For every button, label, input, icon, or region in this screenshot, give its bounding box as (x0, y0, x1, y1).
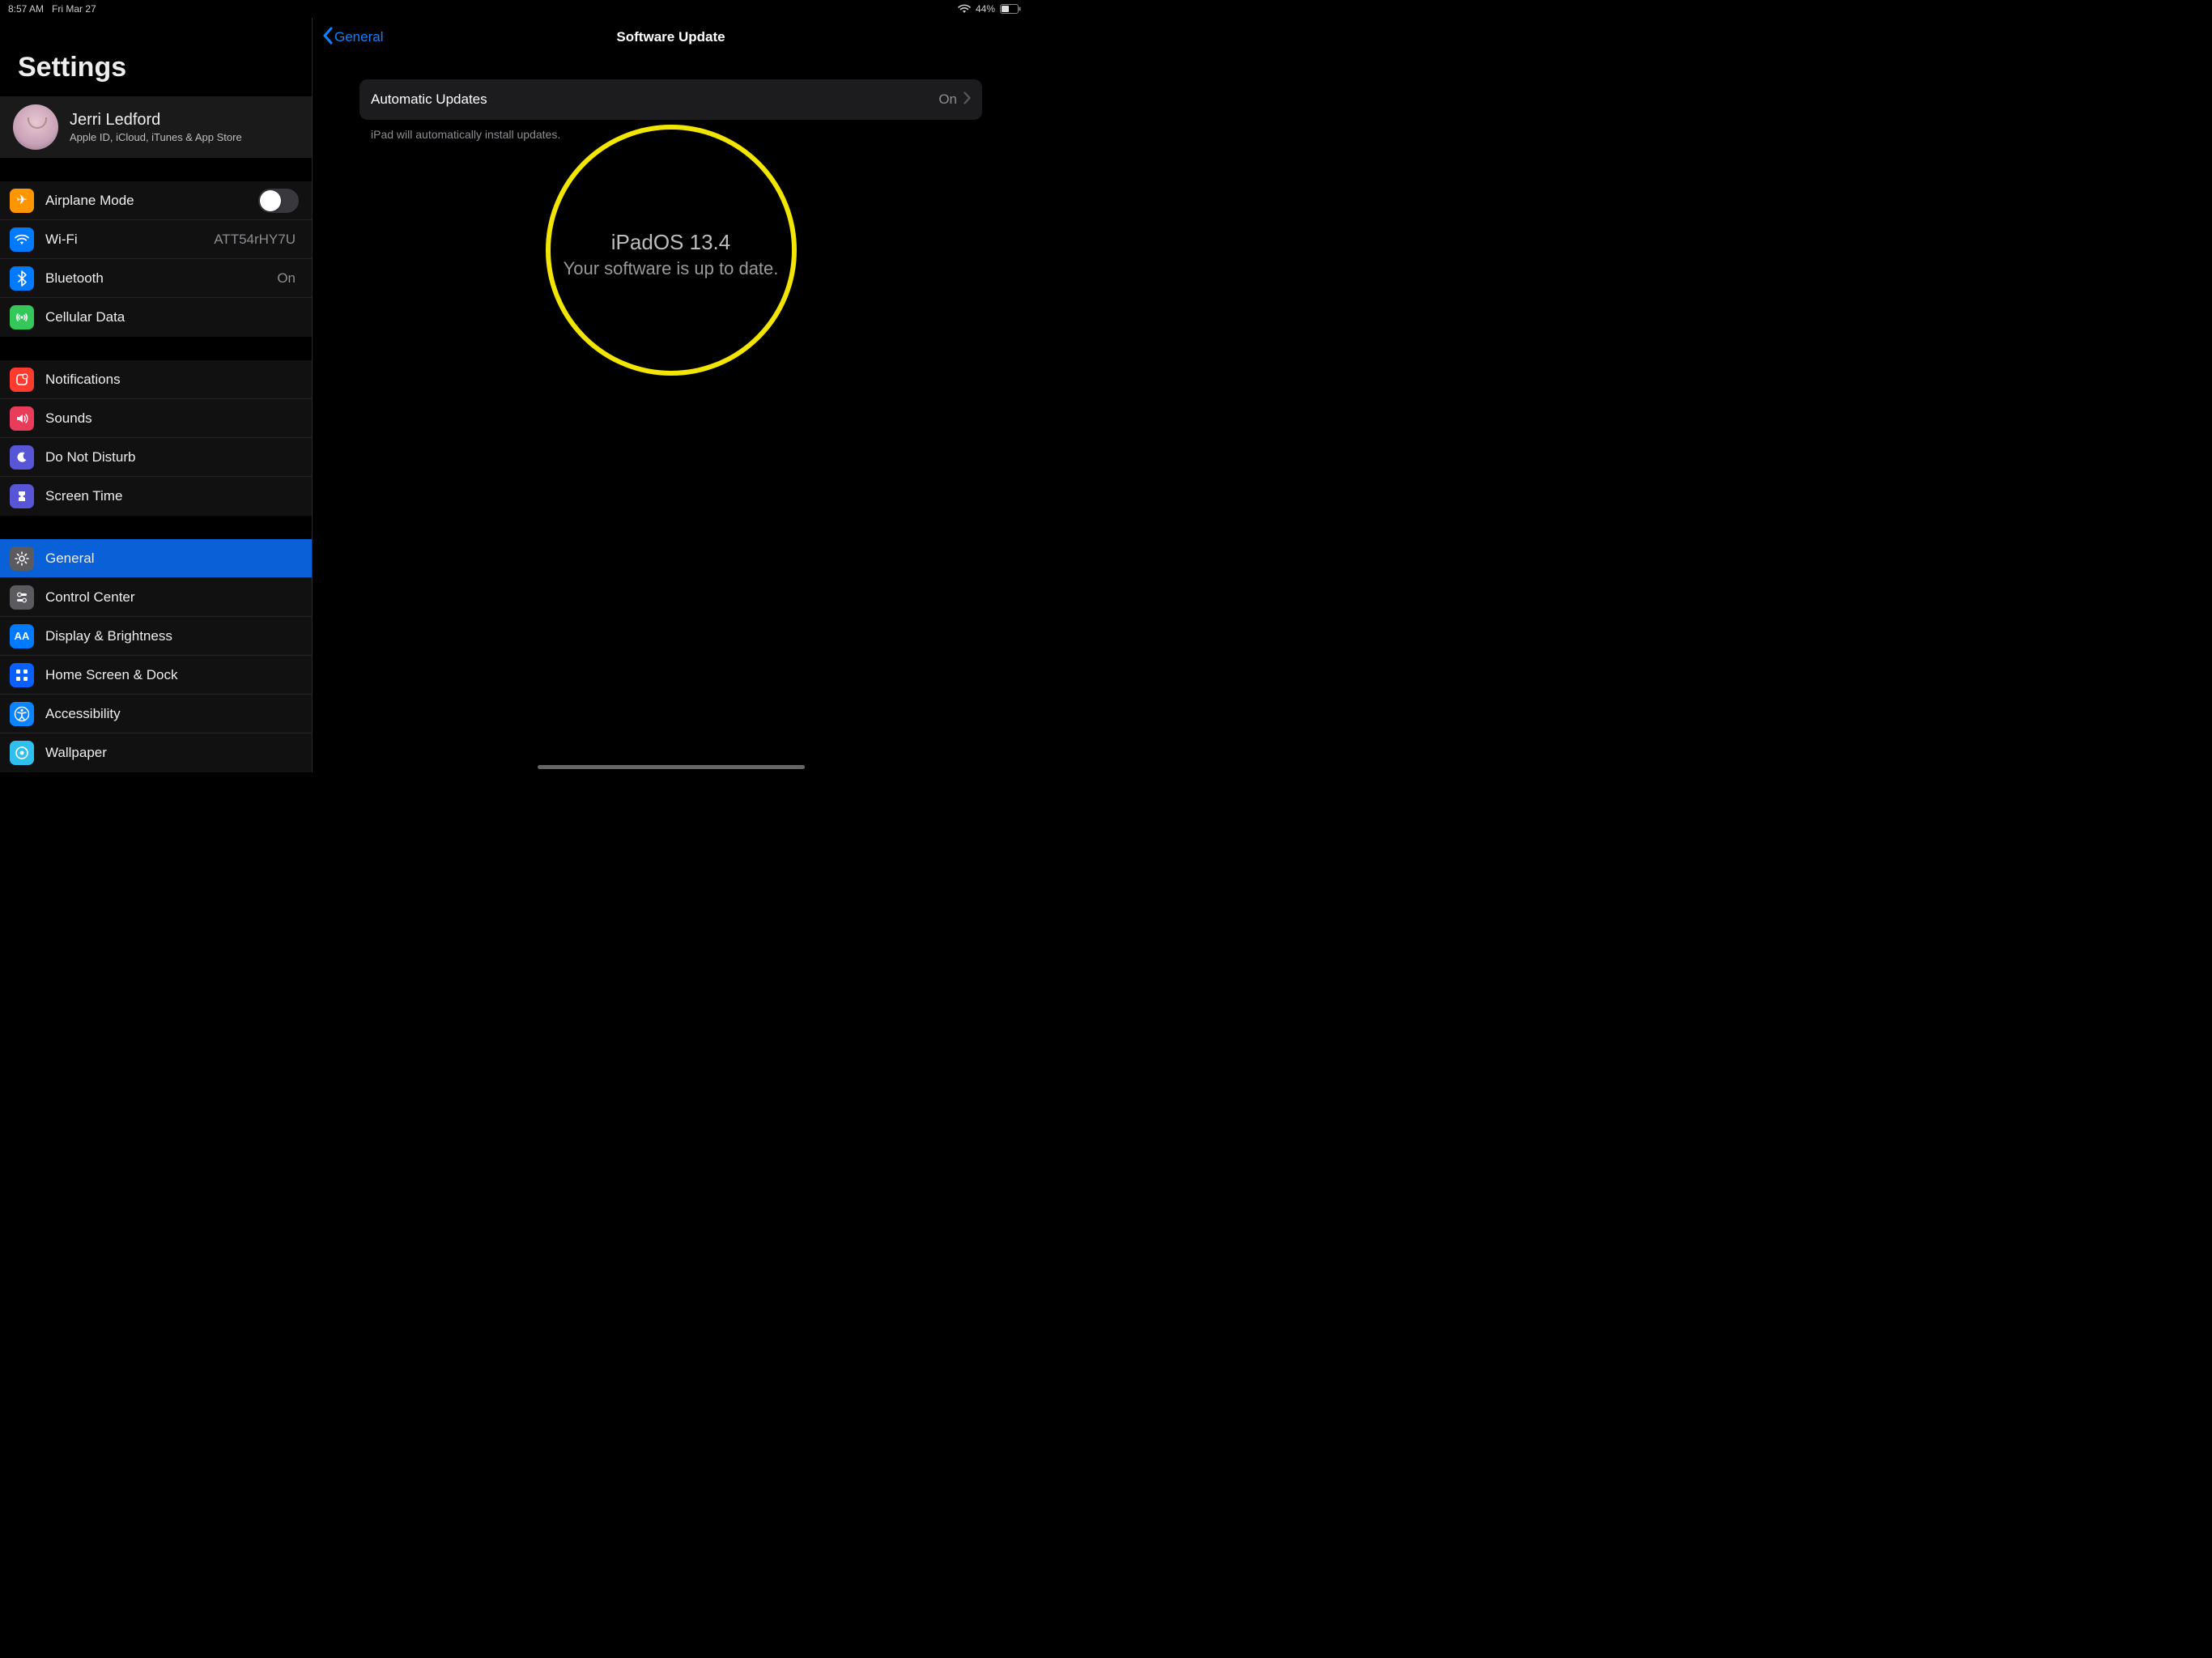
sidebar-item-label: Bluetooth (45, 270, 277, 287)
sidebar-item-label: Airplane Mode (45, 193, 258, 209)
sidebar-item-label: General (45, 551, 299, 567)
sidebar-item-airplane[interactable]: ✈ Airplane Mode (0, 181, 312, 220)
auto-updates-footer: iPad will automatically install updates. (359, 120, 982, 141)
notifications-icon (10, 368, 34, 392)
sidebar-item-label: Wi-Fi (45, 232, 214, 248)
accessibility-icon (10, 702, 34, 726)
sidebar-item-homescreen[interactable]: Home Screen & Dock (0, 656, 312, 695)
back-label: General (334, 29, 383, 45)
chevron-left-icon (322, 27, 333, 49)
profile-name: Jerri Ledford (70, 111, 242, 130)
sidebar-item-label: Home Screen & Dock (45, 667, 299, 683)
sounds-icon (10, 406, 34, 431)
sidebar-item-label: Sounds (45, 410, 299, 427)
sidebar-item-sounds[interactable]: Sounds (0, 399, 312, 438)
sidebar-item-dnd[interactable]: Do Not Disturb (0, 438, 312, 477)
sidebar-item-label: Display & Brightness (45, 628, 299, 644)
bluetooth-value: On (277, 270, 296, 287)
wifi-status-icon (958, 4, 971, 14)
wifi-icon (10, 227, 34, 252)
bluetooth-icon (10, 266, 34, 291)
display-icon: AA (10, 624, 34, 648)
sidebar-item-accessibility[interactable]: Accessibility (0, 695, 312, 733)
status-date: Fri Mar 27 (52, 3, 96, 15)
dnd-icon (10, 445, 34, 470)
controlcenter-icon (10, 585, 34, 610)
cell-label: Automatic Updates (371, 91, 938, 108)
status-time: 8:57 AM (8, 3, 44, 15)
screentime-icon (10, 484, 34, 508)
wallpaper-icon (10, 741, 34, 765)
profile-subtitle: Apple ID, iCloud, iTunes & App Store (70, 131, 242, 143)
sidebar-item-controlcenter[interactable]: Control Center (0, 578, 312, 617)
sidebar-item-label: Do Not Disturb (45, 449, 299, 466)
airplane-icon: ✈ (10, 189, 34, 213)
sidebar-group-alerts: Notifications Sounds Do Not Disturb (0, 360, 312, 516)
sidebar-item-label: Control Center (45, 589, 299, 606)
sidebar-item-display[interactable]: AA Display & Brightness (0, 617, 312, 656)
screen: 8:57 AM Fri Mar 27 44% (0, 0, 1029, 772)
avatar (13, 104, 58, 150)
sidebar-group-system: General Control Center AA Display & Brig… (0, 539, 312, 772)
group-gap (0, 516, 312, 539)
sidebar-item-label: Wallpaper (45, 745, 299, 761)
sidebar-item-label: Cellular Data (45, 309, 299, 325)
sidebar-item-label: Screen Time (45, 488, 299, 504)
sidebar-item-screentime[interactable]: Screen Time (0, 477, 312, 516)
back-button[interactable]: General (322, 27, 383, 49)
battery-icon (1000, 4, 1021, 14)
home-indicator[interactable] (538, 765, 805, 769)
general-icon (10, 546, 34, 571)
group-gap (0, 158, 312, 181)
sidebar-item-general[interactable]: General (0, 539, 312, 578)
group-gap (0, 337, 312, 360)
homescreen-icon (10, 663, 34, 687)
settings-title: Settings (0, 18, 312, 96)
status-bar-left: 8:57 AM Fri Mar 27 (8, 3, 96, 15)
automatic-updates-row[interactable]: Automatic Updates On (359, 79, 982, 120)
cellular-icon (10, 305, 34, 329)
apple-id-row[interactable]: Jerri Ledford Apple ID, iCloud, iTunes &… (0, 96, 312, 158)
sidebar-item-wifi[interactable]: Wi-Fi ATT54rHY7U (0, 220, 312, 259)
profile-text: Jerri Ledford Apple ID, iCloud, iTunes &… (70, 111, 242, 143)
sidebar-item-bluetooth[interactable]: Bluetooth On (0, 259, 312, 298)
settings-sidebar: Settings Jerri Ledford Apple ID, iCloud,… (0, 18, 313, 772)
chevron-right-icon (963, 91, 971, 108)
sidebar-item-cellular[interactable]: Cellular Data (0, 298, 312, 337)
nav-bar: General Software Update (313, 19, 1029, 55)
page-title: Software Update (313, 29, 1029, 45)
battery-percent: 44% (976, 3, 995, 15)
content-inner: Automatic Updates On iPad will automatic… (313, 55, 1029, 279)
sidebar-group-connectivity: ✈ Airplane Mode Wi-Fi ATT54rHY7U Bluetoo… (0, 181, 312, 337)
airplane-toggle[interactable] (258, 189, 299, 213)
sidebar-item-label: Notifications (45, 372, 299, 388)
os-version: iPadOS 13.4 (359, 230, 982, 255)
content-pane: General Software Update Automatic Update… (313, 18, 1029, 772)
status-bar-right: 44% (958, 3, 1021, 15)
sidebar-item-label: Accessibility (45, 706, 299, 722)
status-bar: 8:57 AM Fri Mar 27 44% (0, 0, 1029, 18)
body: Settings Jerri Ledford Apple ID, iCloud,… (0, 18, 1029, 772)
sidebar-item-wallpaper[interactable]: Wallpaper (0, 733, 312, 772)
status-message: Your software is up to date. (359, 258, 982, 279)
update-status: iPadOS 13.4 Your software is up to date. (359, 230, 982, 279)
wifi-value: ATT54rHY7U (214, 232, 296, 248)
cell-value: On (938, 91, 957, 108)
sidebar-item-notifications[interactable]: Notifications (0, 360, 312, 399)
